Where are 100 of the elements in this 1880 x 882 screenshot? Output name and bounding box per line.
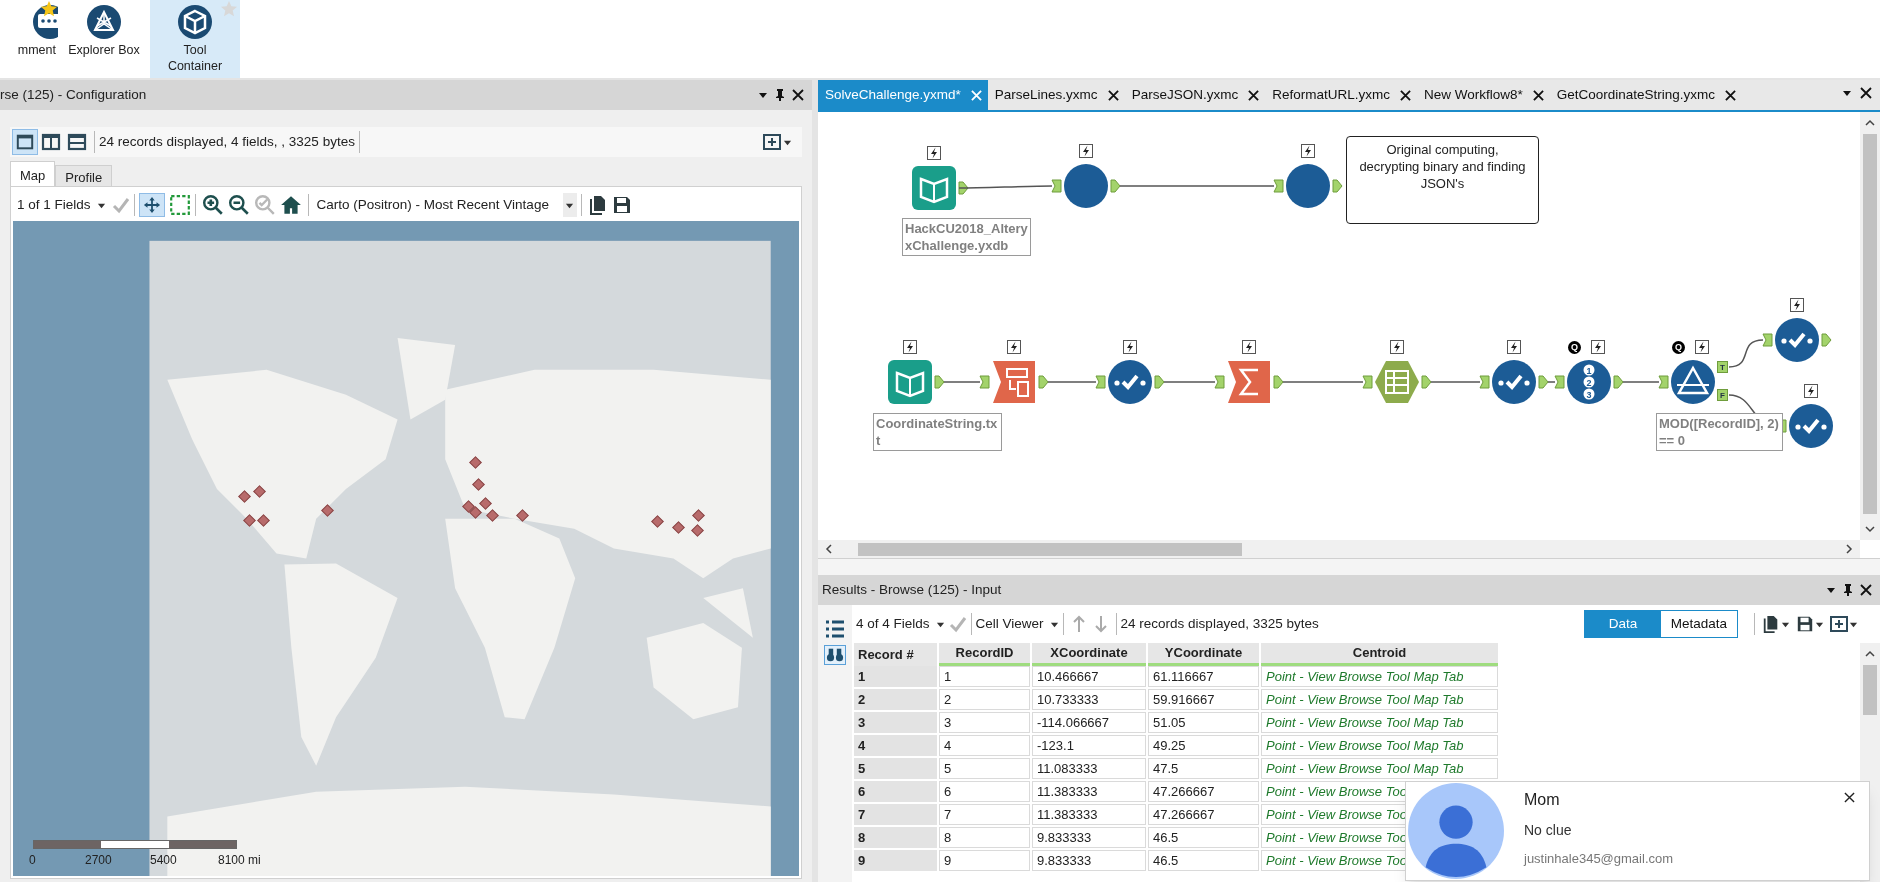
numbered-tool-icon[interactable]: 1 2 3 [1566, 359, 1612, 405]
vertical-scrollbar[interactable] [1860, 112, 1880, 540]
viewer-dropdown[interactable]: Cell Viewer [975, 613, 1059, 635]
notification-card[interactable]: Mom No clue justinhale345@gmail.com [1405, 781, 1870, 881]
workflow-tab[interactable]: SolveChallenge.yxmd* [818, 80, 988, 110]
workflow-tab[interactable]: GetCoordinateString.yxmc [1549, 80, 1743, 110]
table-split-tool-icon[interactable] [991, 359, 1037, 405]
close-icon[interactable] [1725, 89, 1737, 101]
lightning-icon [1591, 340, 1605, 354]
save-icon[interactable] [611, 195, 632, 215]
triangle-tool-icon[interactable] [1670, 359, 1716, 405]
dropdown-icon[interactable] [758, 90, 768, 100]
connector [1154, 375, 1225, 389]
sigma-tool-icon[interactable] [1226, 359, 1272, 405]
column-header[interactable]: Record # [854, 643, 937, 666]
add-panel-button[interactable] [763, 134, 792, 150]
checkmark-icon[interactable] [111, 196, 130, 214]
dropdown-icon[interactable] [1842, 88, 1852, 98]
table-cell: 10.466667 [1032, 666, 1146, 687]
add-panel-button[interactable] [1830, 616, 1858, 632]
connector [1038, 375, 1106, 389]
column-header[interactable]: RecordID [939, 643, 1030, 666]
column-header[interactable]: XCoordinate [1032, 643, 1146, 666]
basemap-dropdown[interactable]: Carto (Positron) - Most Recent Vintage [314, 193, 577, 217]
chevron-up-icon[interactable] [1865, 649, 1875, 659]
book-tool-icon[interactable] [911, 165, 957, 211]
table-cell: Point - View Browse Tool Map Tab [1261, 758, 1498, 779]
circle-tool-icon[interactable] [1285, 163, 1331, 209]
fields-dropdown[interactable]: 4 of 4 Fields [856, 613, 945, 635]
workflow-tab[interactable]: New Workflow8* [1416, 80, 1550, 110]
workflow-tab[interactable]: ParseJSON.yxmc [1124, 80, 1266, 110]
column-header[interactable]: YCoordinate [1148, 643, 1259, 666]
column-header[interactable]: Centroid [1261, 643, 1498, 666]
chevron-up-icon[interactable] [1865, 118, 1875, 128]
star-icon[interactable] [40, 0, 58, 18]
close-icon[interactable] [1860, 87, 1872, 99]
copy-icon[interactable] [587, 195, 608, 215]
list-icon[interactable] [824, 619, 846, 639]
pin-icon[interactable] [774, 88, 786, 102]
horizontal-scrollbar[interactable] [818, 540, 1860, 558]
close-icon[interactable] [1860, 584, 1872, 596]
zoom-in-icon[interactable] [201, 194, 224, 216]
table-tool-icon[interactable] [1374, 359, 1420, 405]
table-cell: 46.5 [1148, 827, 1259, 848]
table-cell: 8 [939, 827, 1030, 848]
tool-annotation: MOD([RecordID], 2) == 0 [1656, 413, 1783, 451]
scroll-thumb[interactable] [858, 542, 1242, 556]
select-tool-icon[interactable] [1107, 359, 1153, 405]
scale-label: 0 [29, 852, 36, 869]
scroll-thumb[interactable] [1863, 134, 1877, 514]
tab[interactable]: Profile [55, 165, 113, 186]
close-icon[interactable] [792, 89, 804, 101]
tab[interactable]: Map [10, 161, 56, 186]
select-region-icon[interactable] [168, 194, 191, 216]
panel-title: Results - Browse (125) - Input [822, 580, 1003, 599]
workflow-tab[interactable]: ParseLines.yxmc [987, 80, 1125, 110]
plus-box-icon [763, 134, 781, 150]
table-cell: 47.266667 [1148, 804, 1259, 825]
dropdown-icon[interactable] [1826, 585, 1836, 595]
copy-button[interactable] [1762, 614, 1790, 634]
single-view-icon[interactable] [12, 129, 38, 155]
star-icon[interactable] [220, 0, 238, 18]
table-cell: 46.5 [1148, 850, 1259, 871]
ribbon-tool[interactable]: mment [0, 0, 58, 78]
pan-icon[interactable] [138, 193, 165, 217]
scroll-thumb[interactable] [1863, 665, 1877, 715]
row-header: 5 [854, 758, 937, 779]
home-icon[interactable] [279, 194, 302, 216]
comment-box[interactable]: Original computing, decrypting binary and finding JSON's [1346, 136, 1539, 224]
book-tool-icon[interactable] [887, 359, 933, 405]
chevron-right-icon[interactable] [1844, 544, 1854, 554]
select-tool-icon[interactable] [1788, 403, 1834, 449]
close-icon[interactable] [1532, 89, 1544, 101]
chevron-down-icon[interactable] [1865, 524, 1875, 534]
chevron-left-icon[interactable] [824, 544, 834, 554]
table-cell: 5 [939, 758, 1030, 779]
table-cell: 11.383333 [1032, 804, 1146, 825]
close-icon[interactable] [1399, 89, 1411, 101]
ribbon-tool[interactable]: Tool Container [150, 0, 240, 78]
close-icon[interactable] [1107, 89, 1119, 101]
select-tool-icon[interactable] [1774, 317, 1820, 363]
view-toggle[interactable]: Data [1585, 611, 1661, 637]
close-icon[interactable] [1248, 89, 1260, 101]
checkmark-icon[interactable] [948, 615, 967, 633]
lightning-icon [1390, 340, 1404, 354]
table-cell: 47.266667 [1148, 781, 1259, 802]
workflow-tab[interactable]: ReformatURL.yxmc [1265, 80, 1417, 110]
ribbon-tool[interactable]: Explorer Box [58, 0, 150, 78]
binoculars-icon[interactable] [824, 645, 846, 665]
connector [1613, 375, 1669, 389]
table-cell: Point - View Browse Tool Map Tab [1261, 712, 1498, 733]
zoom-out-icon[interactable] [227, 194, 250, 216]
close-icon[interactable] [1844, 792, 1855, 803]
zoom-check-icon[interactable] [253, 194, 276, 216]
table-cell: 61.116667 [1148, 666, 1259, 687]
circle-tool-icon[interactable] [1063, 163, 1109, 209]
save-button[interactable] [1796, 614, 1824, 634]
select-tool-icon[interactable] [1491, 359, 1537, 405]
pin-icon[interactable] [1842, 583, 1854, 597]
fields-dropdown[interactable]: 1 of 1 Fields [17, 194, 108, 216]
